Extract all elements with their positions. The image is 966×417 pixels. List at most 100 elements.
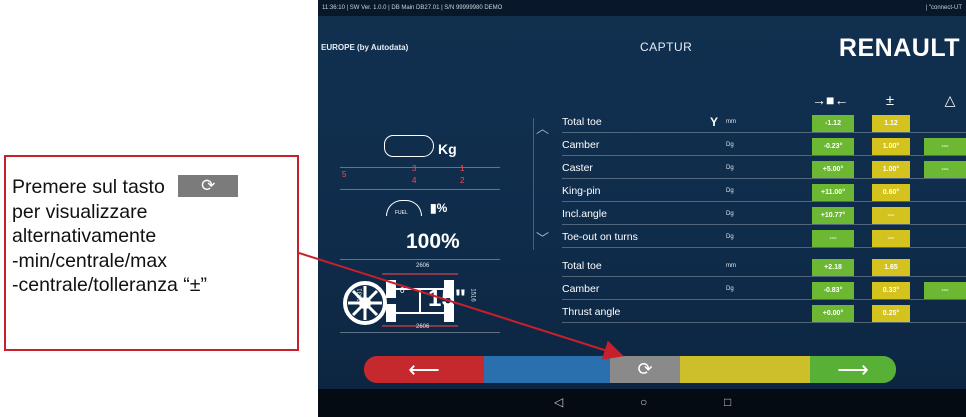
tolerance-value[interactable]: 1.00° [872, 138, 910, 155]
parameter-name: King-pin [562, 185, 601, 197]
tire-size: 15" [428, 285, 467, 312]
extra-value[interactable]: --- [924, 138, 966, 155]
scroll-up-icon[interactable]: ︿ [536, 118, 549, 137]
table-row[interactable]: Thrust angle +0.00° 0.25° [562, 303, 966, 323]
parameter-unit: Dg [726, 211, 734, 217]
fuel-percent: 100% [406, 230, 460, 253]
toggle-view-button[interactable]: ⟳ [610, 356, 680, 383]
measured-value[interactable]: -0.83° [812, 282, 854, 299]
yellow-button[interactable] [680, 356, 810, 383]
parameter-unit: Dg [726, 142, 734, 148]
refresh-button-sample: ⟳ [178, 174, 239, 197]
measured-value[interactable]: +10.77° [812, 207, 854, 224]
wheelbase-bottom: 2606 [416, 324, 430, 330]
parameter-name: Total toe [562, 260, 602, 272]
callout-line-4: -min/centrale/max [12, 249, 167, 272]
measured-value[interactable]: +11.00° [812, 184, 854, 201]
parameter-unit: Dg [726, 234, 734, 240]
track-right: 1516 [469, 288, 476, 302]
fuel-percent-symbol: % [436, 201, 448, 215]
extra-value[interactable]: --- [924, 282, 966, 299]
alignment-screen: 11:36:10 | SW Ver. 1.0.0 | DB Main DB27.… [318, 0, 966, 417]
measured-value[interactable]: +5.00° [812, 161, 854, 178]
table-row[interactable]: Camber Dg -0.83° 0.33° --- [562, 280, 966, 300]
status-bar: 11:36:10 | SW Ver. 1.0.0 | DB Main DB27.… [318, 0, 966, 16]
range-icon[interactable]: →■← [812, 92, 868, 108]
delta-icon[interactable]: △ [940, 92, 960, 108]
parameter-unit: mm [726, 119, 736, 125]
scroll-down-icon[interactable]: ﹀ [536, 228, 549, 247]
wheel-number: 4 [412, 176, 417, 185]
fuel-pump-icon: ▮% [430, 201, 448, 215]
nav-recent-icon[interactable]: □ [724, 395, 731, 409]
tolerance-value[interactable]: --- [872, 230, 910, 247]
table-scroll[interactable]: ︿ ﹀ [533, 118, 555, 250]
tolerance-value[interactable]: 0.60° [872, 184, 910, 201]
model-label: CAPTUR [640, 40, 693, 54]
measured-value[interactable]: -0.23° [812, 138, 854, 155]
parameter-name: Caster [562, 162, 593, 174]
table-row[interactable]: Toe-out on turns Dg --- --- [562, 228, 966, 248]
tolerance-value[interactable]: 0.25° [872, 305, 910, 322]
table-row[interactable]: Total toe Ymm -1.12 1.12 [562, 113, 966, 133]
status-left: 11:36:10 | SW Ver. 1.0.0 | DB Main DB27.… [322, 5, 503, 11]
weight-cell[interactable]: Kg [340, 133, 500, 168]
android-nav-bar: ◁ ○ □ [318, 389, 966, 417]
wheel-number: 3 [412, 164, 417, 173]
status-right: | "connect-UT [925, 5, 962, 11]
parameter-name: Total toe [562, 116, 602, 128]
callout-line-3: alternativamente [12, 225, 157, 247]
wrench-icon[interactable]: Y [710, 115, 718, 129]
action-bar: ⟵ ⟳ ⟶ [364, 356, 896, 383]
refresh-icon: ⟳ [201, 175, 216, 195]
tolerance-value[interactable]: 0.33° [872, 282, 910, 299]
next-button[interactable]: ⟶ [810, 356, 896, 383]
fuel-label: FUEL [395, 210, 408, 216]
tolerance-value[interactable]: 1.00° [872, 161, 910, 178]
tolerance-icon[interactable]: ± [870, 92, 910, 109]
car-top-view-icon [384, 135, 434, 157]
measured-value[interactable]: --- [812, 230, 854, 247]
arrow-right-icon: ⟶ [837, 357, 869, 382]
parameter-name: Camber [562, 283, 600, 295]
nav-back-icon[interactable]: ◁ [554, 395, 563, 409]
parameter-unit: Dg [726, 165, 734, 171]
table-row[interactable]: Incl.angle Dg +10.77° --- [562, 205, 966, 225]
vehicle-header: EUROPE (by Autodata) CAPTUR RENAULT [318, 16, 966, 90]
tolerance-value[interactable]: 1.12 [872, 115, 910, 132]
axle-zero: 0 [400, 286, 405, 295]
back-button[interactable]: ⟵ [364, 356, 484, 383]
parameter-unit: Dg [726, 188, 734, 194]
wheel-number: 5 [342, 170, 347, 179]
extra-value[interactable]: --- [924, 161, 966, 178]
measured-value[interactable]: -1.12 [812, 115, 854, 132]
parameter-name: Thrust angle [562, 306, 621, 318]
tolerance-value[interactable]: --- [872, 207, 910, 224]
weight-unit: Kg [438, 141, 457, 157]
callout-line-1: Premere sul tasto [12, 176, 165, 198]
parameter-unit: mm [726, 263, 736, 269]
table-row[interactable]: King-pin Dg +11.00° 0.60° [562, 182, 966, 202]
range-icon-glyph: →■← [812, 92, 849, 108]
parameter-name: Toe-out on turns [562, 231, 638, 243]
brand-label: RENAULT [838, 34, 960, 62]
nav-home-icon[interactable]: ○ [640, 395, 647, 409]
parameter-name: Camber [562, 139, 600, 151]
fuel-cell[interactable]: FUEL ▮% 100% [340, 190, 500, 260]
wheel-rim-icon[interactable] [340, 278, 390, 328]
tolerance-value[interactable]: 1.65 [872, 259, 910, 276]
refresh-icon: ⟳ [637, 359, 653, 379]
blank-button[interactable] [484, 356, 610, 383]
region-label: EUROPE (by Autodata) [321, 43, 409, 52]
wheelbase-top: 2606 [416, 263, 430, 269]
table-row[interactable]: Caster Dg +5.00° 1.00° --- [562, 159, 966, 179]
measured-value[interactable]: +2.18 [812, 259, 854, 276]
table-row[interactable]: Total toe mm +2.18 1.65 [562, 257, 966, 277]
wheel-number-row: 5 3 1 4 2 [340, 164, 500, 190]
instruction-callout: Premere sul tasto ⟳ per visualizzare alt… [4, 155, 299, 351]
measured-value[interactable]: +0.00° [812, 305, 854, 322]
arrow-left-icon: ⟵ [408, 357, 440, 382]
table-row[interactable]: Camber Dg -0.23° 1.00° --- [562, 136, 966, 156]
parameter-name: Incl.angle [562, 208, 607, 220]
wheel-number: 1 [460, 164, 465, 173]
